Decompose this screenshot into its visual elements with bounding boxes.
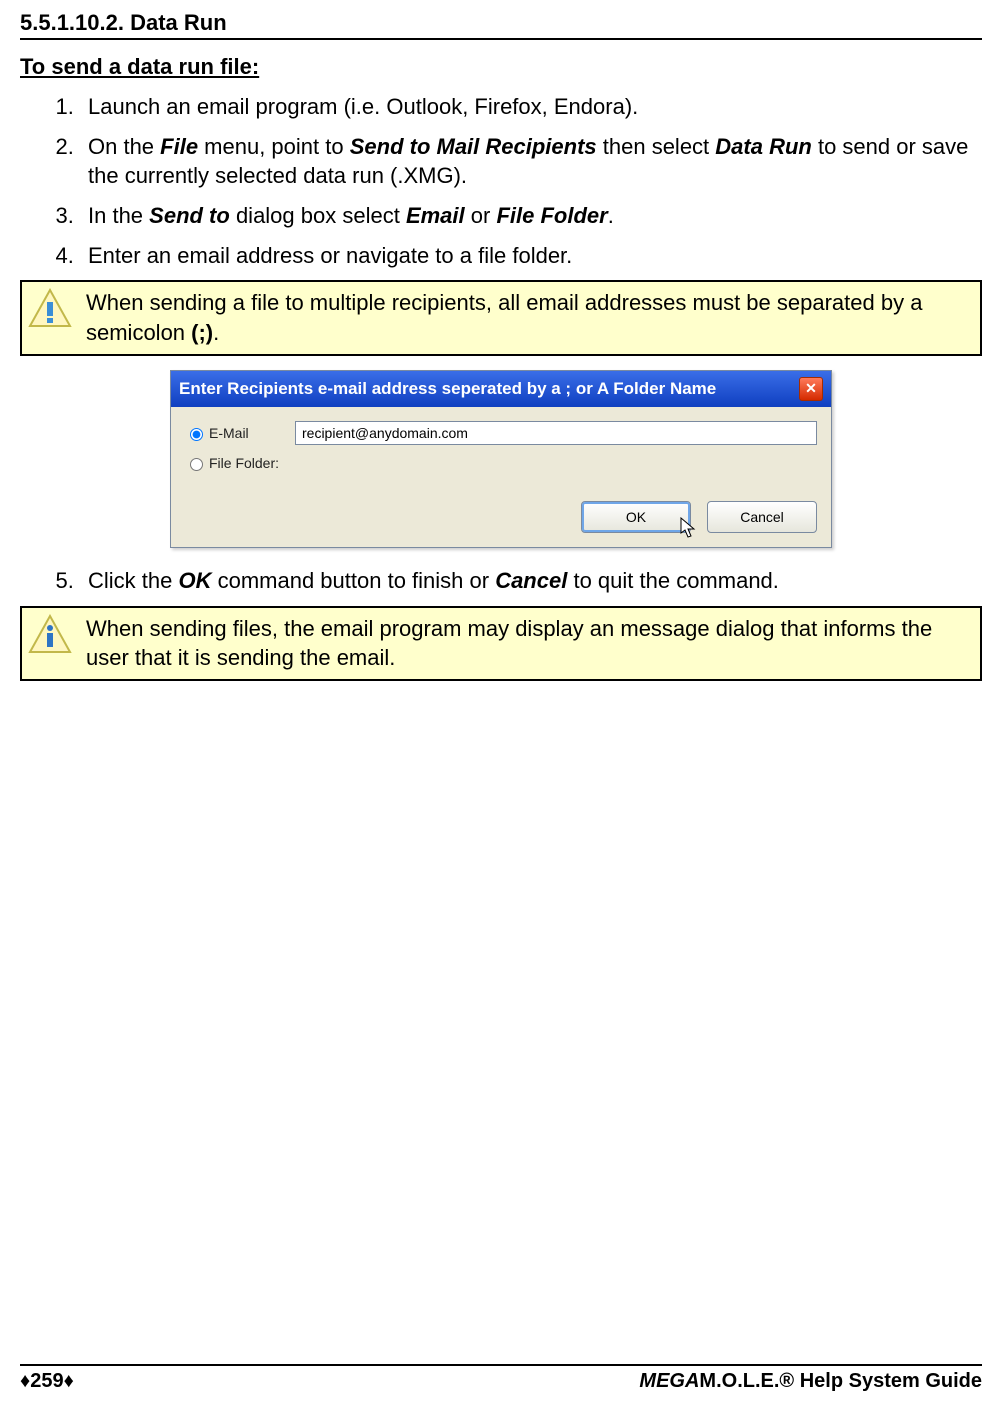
- note-text: When sending files, the email program ma…: [86, 614, 970, 673]
- ok-button[interactable]: OK: [581, 501, 691, 533]
- cancel-command: Cancel: [495, 568, 567, 593]
- page-number: ♦259♦: [20, 1370, 74, 1393]
- step-text: Launch an email program (i.e. Outlook, F…: [88, 94, 638, 119]
- tip-icon: [28, 288, 72, 332]
- option-email: Email: [406, 203, 465, 228]
- dialog-title-text: Enter Recipients e-mail address seperate…: [179, 379, 716, 399]
- cancel-button-label: Cancel: [740, 509, 784, 525]
- steps-list-continued: Click the OK command button to finish or…: [20, 566, 982, 596]
- close-icon: ✕: [805, 380, 817, 397]
- note-text-part: When sending files, the email program ma…: [86, 616, 932, 671]
- dialog-name-send-to: Send to: [149, 203, 230, 228]
- note-box-sending: When sending files, the email program ma…: [20, 606, 982, 681]
- step-1: Launch an email program (i.e. Outlook, F…: [80, 92, 982, 122]
- menu-data-run: Data Run: [715, 134, 812, 159]
- ok-button-label: OK: [626, 509, 646, 525]
- menu-send-to-mail-recipients: Send to Mail Recipients: [350, 134, 597, 159]
- option-file-folder: File Folder: [496, 203, 607, 228]
- step-text: On the: [88, 134, 160, 159]
- step-text: dialog box select: [230, 203, 406, 228]
- menu-file: File: [160, 134, 198, 159]
- cancel-button[interactable]: Cancel: [707, 501, 817, 533]
- radio-email-label: E-Mail: [209, 425, 249, 441]
- subheading: To send a data run file:: [20, 54, 982, 80]
- dialog-titlebar[interactable]: Enter Recipients e-mail address seperate…: [171, 371, 831, 407]
- radio-file-folder-input[interactable]: [190, 458, 203, 471]
- info-icon: [28, 614, 72, 658]
- radio-file-folder-label: File Folder:: [209, 455, 279, 471]
- ok-command: OK: [178, 568, 211, 593]
- steps-list: Launch an email program (i.e. Outlook, F…: [20, 92, 982, 270]
- guide-title: MEGAM.O.L.E.® Help System Guide: [639, 1370, 982, 1393]
- step-2: On the File menu, point to Send to Mail …: [80, 132, 982, 191]
- step-4: Enter an email address or navigate to a …: [80, 241, 982, 271]
- step-text: In the: [88, 203, 149, 228]
- radio-file-folder[interactable]: File Folder:: [185, 455, 295, 471]
- step-text: then select: [597, 134, 716, 159]
- send-to-dialog: Enter Recipients e-mail address seperate…: [170, 370, 832, 548]
- note-text: When sending a file to multiple recipien…: [86, 288, 970, 347]
- step-text: to quit the command.: [567, 568, 779, 593]
- section-heading: 5.5.1.10.2. Data Run: [20, 10, 982, 40]
- cursor-icon: [680, 517, 698, 542]
- guide-title-rest: M.O.L.E.® Help System Guide: [699, 1370, 982, 1392]
- radio-email-input[interactable]: [190, 428, 203, 441]
- semicolon-hint: (;): [191, 320, 213, 345]
- step-3: In the Send to dialog box select Email o…: [80, 201, 982, 231]
- step-text: command button to finish or: [211, 568, 495, 593]
- close-button[interactable]: ✕: [799, 377, 823, 401]
- page-footer: ♦259♦ MEGAM.O.L.E.® Help System Guide: [20, 1364, 982, 1393]
- guide-title-prefix: MEGA: [639, 1370, 699, 1392]
- note-text-part: .: [213, 320, 219, 345]
- step-text: menu, point to: [198, 134, 350, 159]
- email-input[interactable]: [295, 421, 817, 445]
- radio-email[interactable]: E-Mail: [185, 425, 295, 441]
- step-5: Click the OK command button to finish or…: [80, 566, 982, 596]
- step-text: .: [608, 203, 614, 228]
- step-text: Click the: [88, 568, 178, 593]
- note-box-semicolon: When sending a file to multiple recipien…: [20, 280, 982, 355]
- step-text: or: [465, 203, 497, 228]
- step-text: Enter an email address or navigate to a …: [88, 243, 572, 268]
